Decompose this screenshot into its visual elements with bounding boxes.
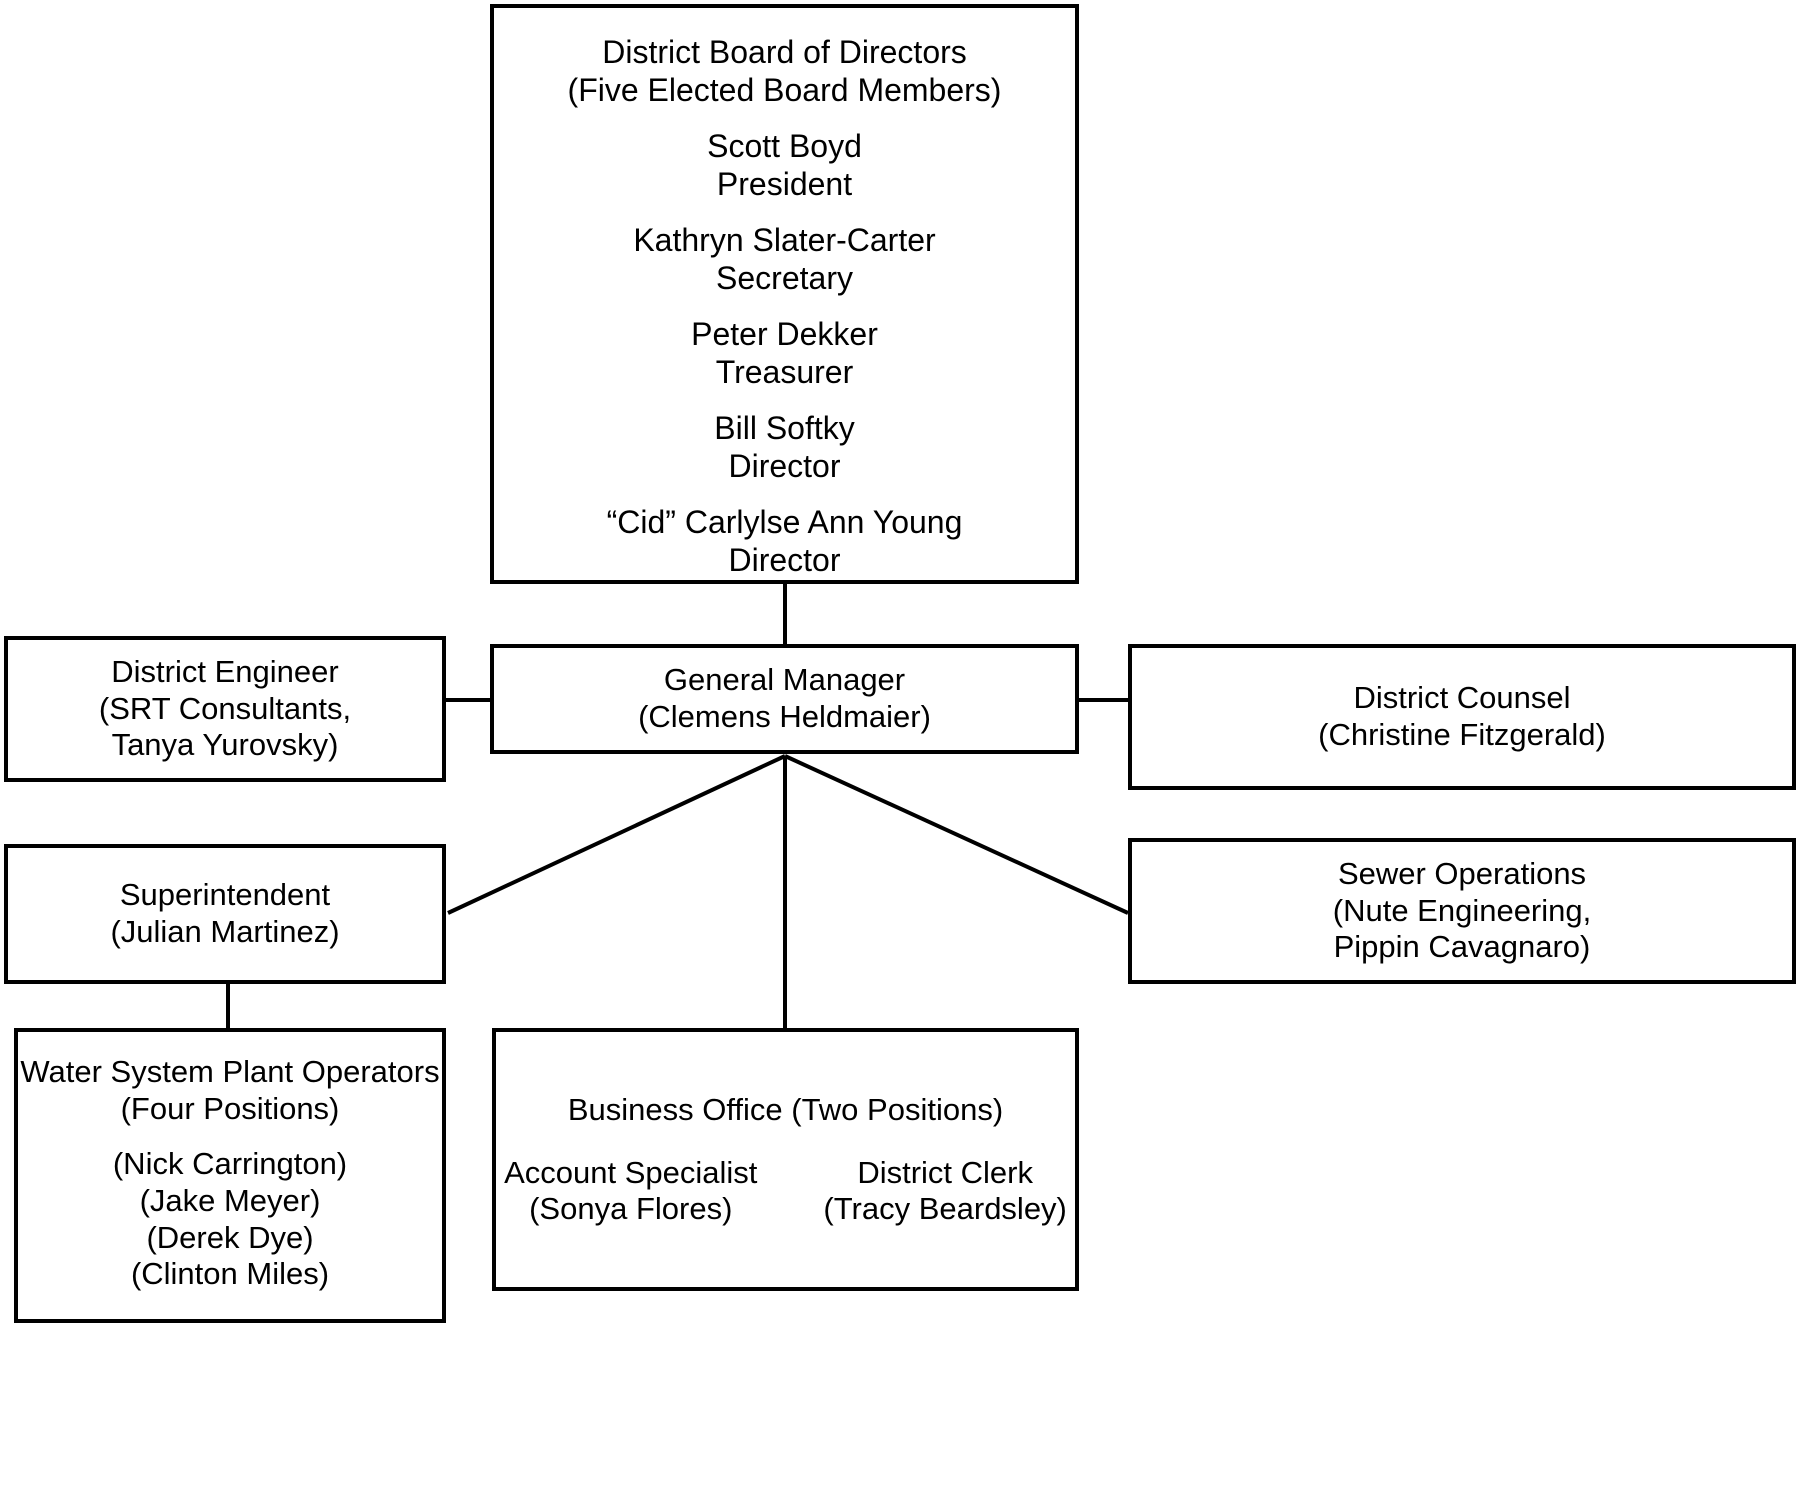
board-member-role-2: Treasurer xyxy=(715,354,854,391)
board-member-name-0: Scott Boyd xyxy=(707,128,862,165)
connector-gm-to-sewer-operations xyxy=(784,754,1129,915)
district-engineer-line3: Tanya Yurovsky) xyxy=(111,727,339,763)
node-water-system-plant-operators[interactable]: Water System Plant Operators (Four Posit… xyxy=(14,1028,446,1323)
board-member-role-1: Secretary xyxy=(716,259,853,296)
water-operators-subtitle: (Four Positions) xyxy=(120,1090,340,1126)
node-general-manager[interactable]: General Manager (Clemens Heldmaier) xyxy=(490,644,1079,754)
board-title: District Board of Directors xyxy=(602,34,967,70)
superintendent-title: Superintendent xyxy=(119,877,331,913)
water-operator-name-2: (Derek Dye) xyxy=(146,1219,314,1255)
board-member-name-1: Kathryn Slater-Carter xyxy=(633,222,936,259)
sewer-operations-line2: (Nute Engineering, xyxy=(1332,892,1592,928)
district-clerk-role: District Clerk xyxy=(857,1154,1033,1190)
board-member-name-3: Bill Softky xyxy=(714,410,855,447)
district-engineer-line2: (SRT Consultants, xyxy=(98,690,352,726)
district-clerk-name: (Tracy Beardsley) xyxy=(823,1191,1067,1227)
board-subtitle: (Five Elected Board Members) xyxy=(567,71,1002,108)
board-member-name-4: “Cid” Carlylse Ann Young xyxy=(606,504,963,541)
sewer-operations-line3: Pippin Cavagnaro) xyxy=(1333,929,1591,965)
node-business-office[interactable]: Business Office (Two Positions) Account … xyxy=(492,1028,1079,1291)
district-counsel-title: District Counsel xyxy=(1353,680,1571,716)
node-district-counsel[interactable]: District Counsel (Christine Fitzgerald) xyxy=(1128,644,1796,790)
connector-gm-to-superintendent xyxy=(447,754,786,915)
business-office-position-account-specialist[interactable]: Account Specialist (Sonya Flores) xyxy=(504,1155,757,1228)
district-counsel-line2: (Christine Fitzgerald) xyxy=(1318,717,1606,752)
board-member-role-0: President xyxy=(716,165,853,202)
account-specialist-name: (Sonya Flores) xyxy=(529,1191,733,1227)
water-operators-title: Water System Plant Operators xyxy=(20,1054,440,1089)
board-member-role-4: Director xyxy=(728,542,841,579)
water-operator-name-1: (Jake Meyer) xyxy=(139,1182,321,1218)
board-member-name-2: Peter Dekker xyxy=(691,316,878,353)
water-operator-name-3: (Clinton Miles) xyxy=(130,1256,330,1292)
account-specialist-role: Account Specialist xyxy=(504,1154,758,1190)
board-member-role-3: Director xyxy=(728,448,841,485)
general-manager-title: General Manager xyxy=(663,662,906,698)
business-office-positions: Account Specialist (Sonya Flores) Distri… xyxy=(504,1155,1067,1228)
node-superintendent[interactable]: Superintendent (Julian Martinez) xyxy=(4,844,446,984)
node-sewer-operations[interactable]: Sewer Operations (Nute Engineering, Pipp… xyxy=(1128,838,1796,984)
superintendent-line2: (Julian Martinez) xyxy=(110,914,340,949)
business-office-position-district-clerk[interactable]: District Clerk (Tracy Beardsley) xyxy=(823,1155,1066,1228)
business-office-title: Business Office (Two Positions) xyxy=(567,1092,1004,1127)
water-operator-name-0: (Nick Carrington) xyxy=(112,1146,348,1182)
district-engineer-title: District Engineer xyxy=(111,654,339,690)
node-district-engineer[interactable]: District Engineer (SRT Consultants, Tany… xyxy=(4,636,446,782)
sewer-operations-title: Sewer Operations xyxy=(1337,856,1587,892)
org-chart: District Board of Directors (Five Electe… xyxy=(0,0,1800,1495)
general-manager-line2: (Clemens Heldmaier) xyxy=(638,699,931,734)
node-district-board-of-directors[interactable]: District Board of Directors (Five Electe… xyxy=(490,4,1079,584)
